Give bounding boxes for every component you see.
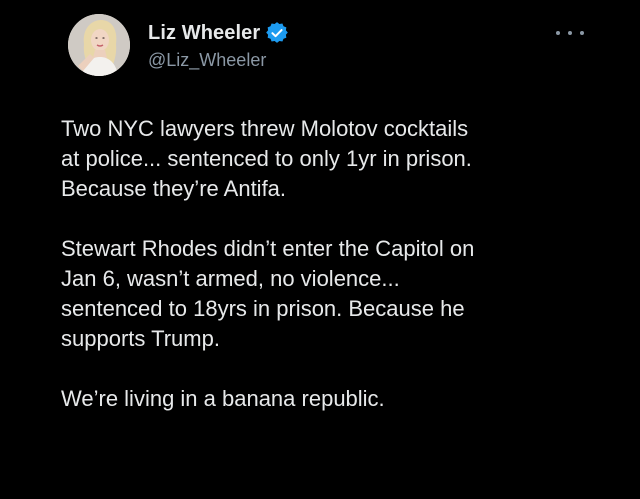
author-handle[interactable]: @Liz_Wheeler <box>148 50 288 71</box>
tweet-line: supports Trump. <box>61 326 220 351</box>
ellipsis-icon[interactable] <box>556 26 584 40</box>
author-avatar[interactable] <box>68 14 130 76</box>
name-row: Liz Wheeler <box>148 20 289 46</box>
ellipsis-dot <box>556 31 560 35</box>
tweet-paragraph: Two NYC lawyers threw Molotov cocktails … <box>61 114 601 204</box>
ellipsis-dot <box>568 31 572 35</box>
ellipsis-dot <box>580 31 584 35</box>
tweet-line: Two NYC lawyers threw Molotov cocktails <box>61 116 469 141</box>
tweet-line: Because they’re Antifa. <box>61 176 287 201</box>
tweet-text: Two NYC lawyers threw Molotov cocktails … <box>61 114 601 414</box>
avatar-photo-icon <box>68 14 130 76</box>
verified-badge-icon <box>266 22 289 44</box>
author-info: Liz Wheeler @Liz_Wheeler <box>148 20 289 71</box>
tweet-line: Jan 6, wasn’t armed, no violence... <box>61 266 400 291</box>
tweet-line: We’re living in a banana republic. <box>61 386 385 411</box>
tweet-line: Stewart Rhodes didn’t enter the Capitol … <box>61 236 475 261</box>
author-display-name[interactable]: Liz Wheeler <box>148 22 260 45</box>
tweet-line: sentenced to 18yrs in prison. Because he <box>61 296 465 321</box>
tweet-paragraph: Stewart Rhodes didn’t enter the Capitol … <box>61 234 601 354</box>
tweet-line: at police... sentenced to only 1yr in pr… <box>61 146 472 171</box>
tweet-paragraph: We’re living in a banana republic. <box>61 384 601 414</box>
tweet-card: Liz Wheeler @Liz_Wheeler Two NYC lawyers… <box>0 0 640 499</box>
